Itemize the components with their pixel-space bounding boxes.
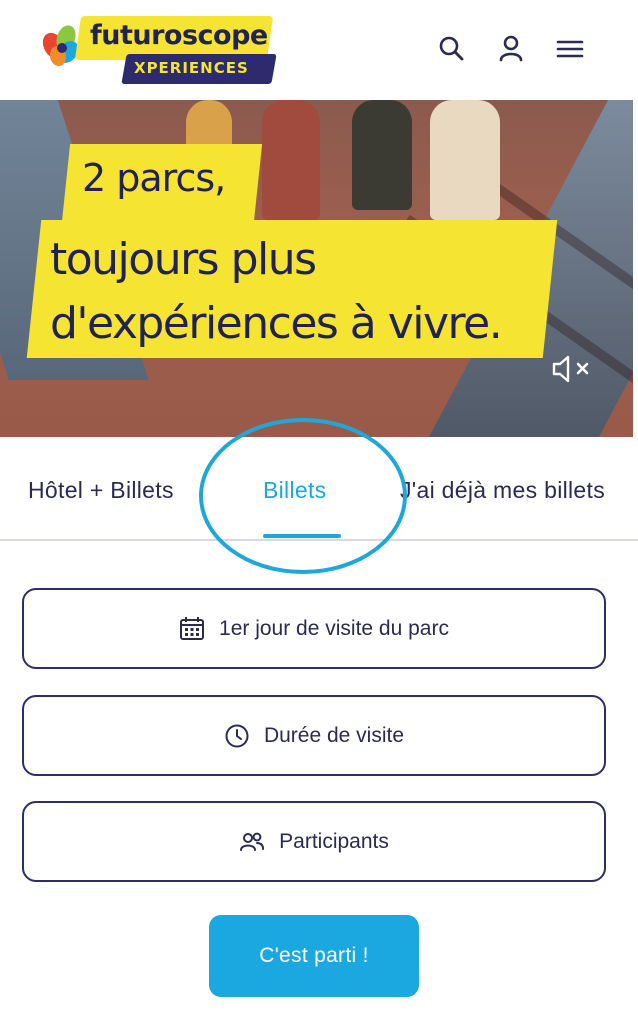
visit-date-field[interactable]: 1er jour de visite du parc [22,588,606,669]
visit-duration-label: Durée de visite [263,723,405,747]
people-icon [240,832,265,851]
visit-duration-field[interactable]: Durée de visite [22,695,606,776]
active-tab-indicator [263,534,341,538]
booking-tabs: Hôtel + Billets Billets J'ai déjà mes bi… [0,437,638,541]
participants-label: Participants [279,829,389,853]
tab-deja-billets[interactable]: J'ai déjà mes billets [400,477,605,504]
speaker-muted-icon[interactable] [550,352,596,386]
logo-wordmark: futuroscope [90,20,268,51]
hero-headline-2: toujours plus d'expériences à vivre. [50,234,503,349]
submit-label: C'est parti ! [259,944,369,967]
clock-icon [225,724,249,747]
visit-date-label: 1er jour de visite du parc [219,616,449,640]
tab-billets[interactable]: Billets [263,477,326,504]
hero-banner: 2 parcs, toujours plus d'expériences à v… [0,100,633,437]
menu-icon[interactable] [555,34,585,64]
tab-hotel-billets[interactable]: Hôtel + Billets [28,477,174,504]
hero-headline-1: 2 parcs, [82,156,226,200]
walking-person [352,100,412,210]
submit-button[interactable]: C'est parti ! [209,915,419,997]
walking-person [430,100,500,220]
walking-person [262,100,320,220]
futuroscope-logo[interactable]: futuroscope XPERIENCES [38,12,278,88]
participants-field[interactable]: Participants [22,801,606,882]
calendar-icon [180,616,205,640]
logo-subtitle: XPERIENCES [134,59,249,77]
search-icon[interactable] [437,34,467,64]
site-header: futuroscope XPERIENCES [0,0,638,100]
account-icon[interactable] [496,34,526,64]
